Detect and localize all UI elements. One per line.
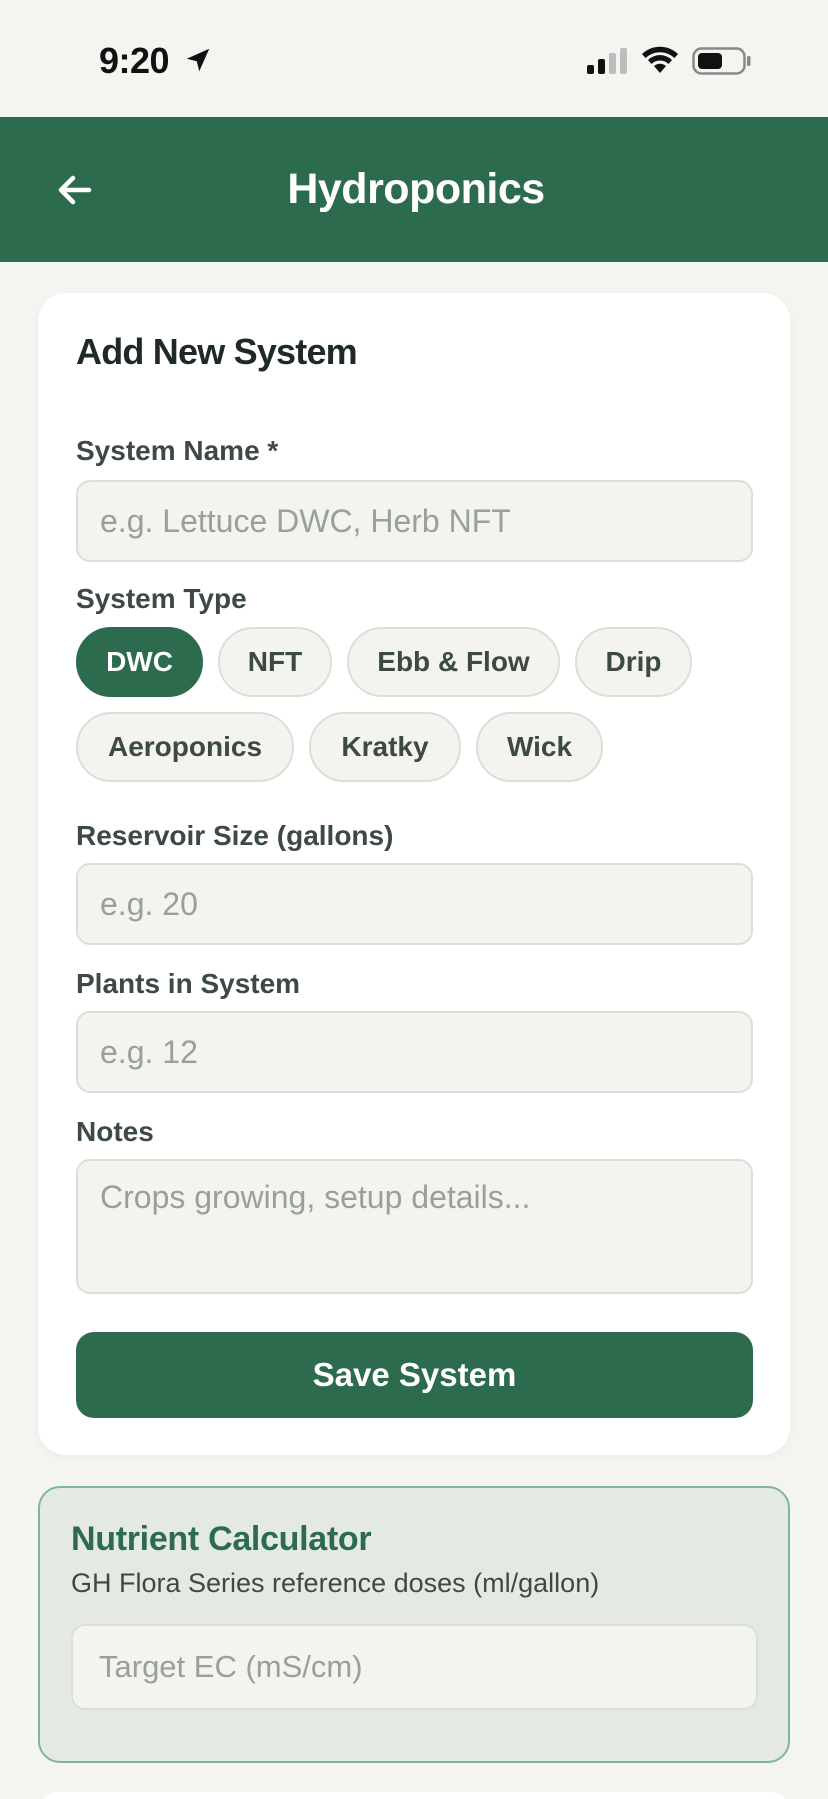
signal-icon — [587, 48, 627, 74]
status-time: 9:20 — [99, 40, 170, 81]
chip-nft[interactable]: NFT — [218, 627, 332, 697]
calculator-subtitle: GH Flora Series reference doses (ml/gall… — [71, 1568, 600, 1598]
chip-kratky[interactable]: Kratky — [309, 712, 461, 782]
reservoir-label: Reservoir Size (gallons) — [76, 820, 394, 851]
chip-ebb-flow[interactable]: Ebb & Flow — [347, 627, 560, 697]
app-header: Hydroponics — [0, 117, 828, 262]
nutrient-calculator-card: Nutrient Calculator GH Flora Series refe… — [38, 1486, 790, 1763]
next-card — [38, 1792, 790, 1799]
system-name-label: System Name * — [76, 435, 279, 466]
chip-drip[interactable]: Drip — [575, 627, 692, 697]
chip-wick[interactable]: Wick — [476, 712, 603, 782]
notes-label: Notes — [76, 1116, 154, 1147]
save-system-button[interactable]: Save System — [76, 1332, 753, 1418]
notes-textarea[interactable] — [76, 1159, 753, 1294]
battery-icon — [692, 47, 751, 75]
location-arrow-icon — [186, 48, 210, 72]
system-type-label: System Type — [76, 583, 247, 614]
system-name-input[interactable] — [76, 480, 753, 562]
plants-input[interactable] — [76, 1011, 753, 1093]
wifi-icon — [642, 46, 678, 73]
status-bar: 9:20 — [0, 0, 828, 117]
reservoir-input[interactable] — [76, 863, 753, 945]
page-title: Hydroponics — [287, 165, 545, 213]
calculator-title: Nutrient Calculator — [71, 1520, 372, 1558]
add-system-card: Add New System System Name * System Type… — [38, 293, 790, 1455]
card-title: Add New System — [76, 331, 358, 372]
chip-dwc[interactable]: DWC — [76, 627, 203, 697]
plants-label: Plants in System — [76, 968, 301, 999]
chip-aeroponics[interactable]: Aeroponics — [76, 712, 294, 782]
target-ec-input[interactable] — [71, 1624, 758, 1710]
